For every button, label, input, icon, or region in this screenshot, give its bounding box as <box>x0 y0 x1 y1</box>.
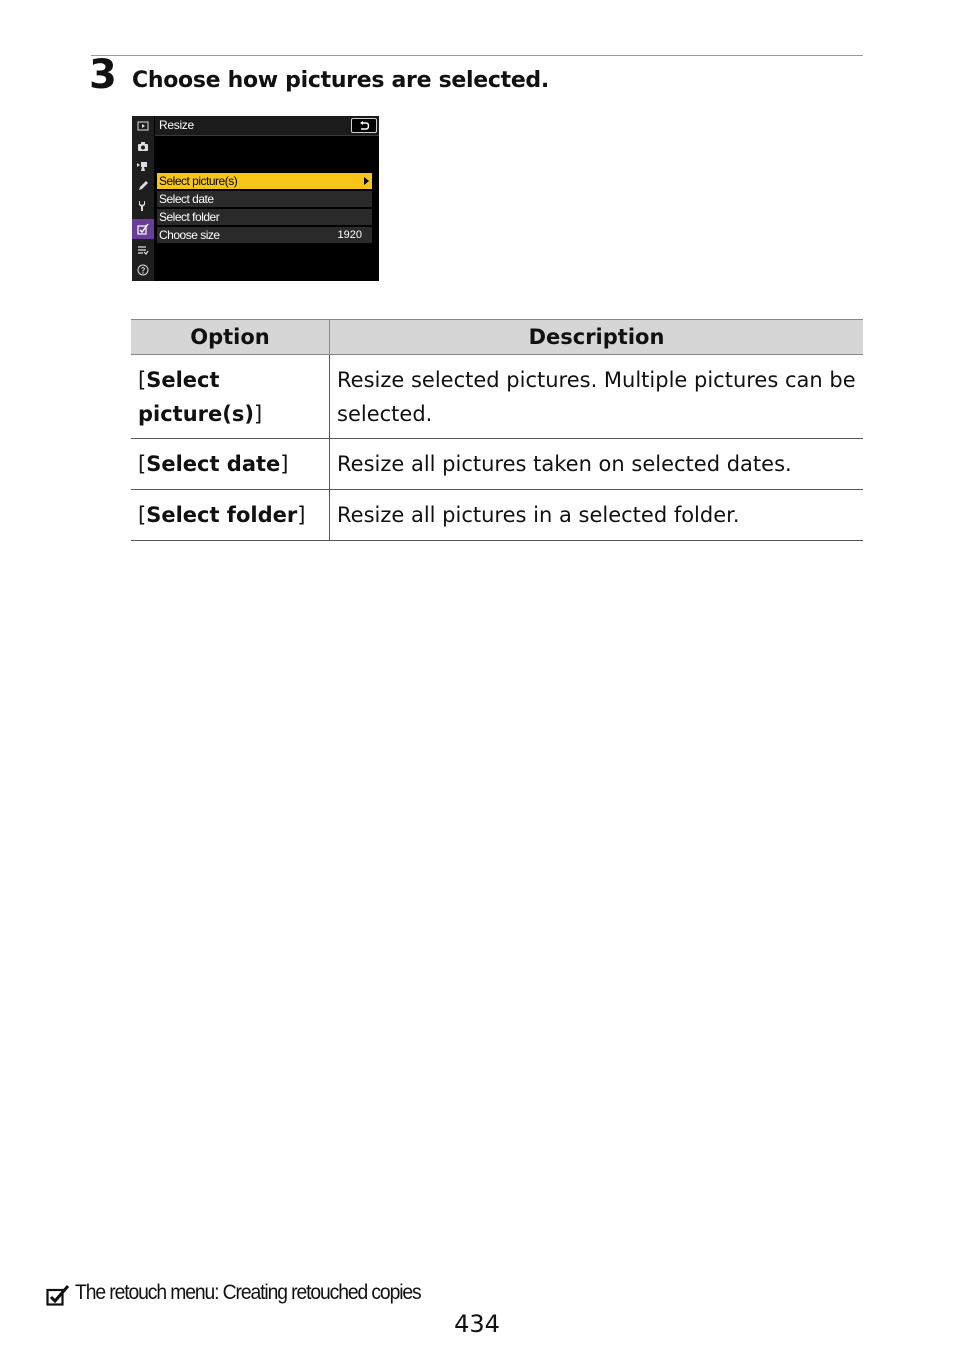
pencil-icon <box>132 176 154 196</box>
menu-item-select-date[interactable]: Select date <box>157 191 372 207</box>
column-header-description: Description <box>329 319 863 355</box>
column-header-option: Option <box>131 319 330 355</box>
description-cell: Resize selected pictures. Multiple pictu… <box>329 354 863 439</box>
menu-item-label: Select folder <box>159 210 220 224</box>
table-row: [Select folder] Resize all pictures in a… <box>131 489 863 541</box>
options-table: Option Description [Select picture(s)] R… <box>131 319 863 541</box>
playback-icon <box>132 116 154 136</box>
table-header-row: Option Description <box>131 319 863 355</box>
menu-item-select-pictures[interactable]: Select picture(s) <box>157 173 372 189</box>
camera-menu-header: Resize <box>155 116 379 136</box>
my-menu-icon <box>132 240 154 260</box>
menu-item-value: 1920 <box>337 229 362 241</box>
description-cell: Resize all pictures in a selected folder… <box>329 489 863 541</box>
camera-menu-tabs <box>132 116 154 281</box>
option-cell: [Select folder] <box>131 489 330 541</box>
wrench-icon <box>132 196 154 216</box>
menu-item-choose-size[interactable]: Choose size 1920 <box>157 227 372 243</box>
menu-item-label: Select date <box>159 192 214 206</box>
arrow-right-icon <box>364 177 369 185</box>
camera-menu-title: Resize <box>159 118 194 132</box>
option-cell: [Select date] <box>131 438 330 490</box>
option-name: Select picture(s) <box>138 367 254 426</box>
top-rule <box>91 55 863 56</box>
help-icon <box>132 260 154 280</box>
description-cell: Resize all pictures taken on selected da… <box>329 438 863 490</box>
menu-item-select-folder[interactable]: Select folder <box>157 209 372 225</box>
step-number: 3 <box>89 52 117 98</box>
movie-icon <box>132 156 154 176</box>
footer-link[interactable]: The retouch menu: Creating retouched cop… <box>75 1278 422 1308</box>
option-cell: [Select picture(s)] <box>131 354 330 439</box>
step-instruction: Choose how pictures are selected. <box>132 68 549 93</box>
page-number: 434 <box>454 1310 500 1338</box>
menu-item-label: Choose size <box>159 228 220 242</box>
camera-icon <box>132 136 154 156</box>
option-name: Select date <box>146 452 281 476</box>
retouch-icon <box>46 1285 70 1306</box>
camera-screen: Resize Select picture(s) Select date Sel… <box>132 116 379 281</box>
table-row: [Select picture(s)] Resize selected pict… <box>131 354 863 439</box>
retouch-icon <box>132 219 154 239</box>
return-arrow-icon[interactable] <box>351 118 377 133</box>
option-name: Select folder <box>146 503 298 527</box>
menu-item-label: Select picture(s) <box>159 174 238 188</box>
table-row: [Select date] Resize all pictures taken … <box>131 438 863 490</box>
